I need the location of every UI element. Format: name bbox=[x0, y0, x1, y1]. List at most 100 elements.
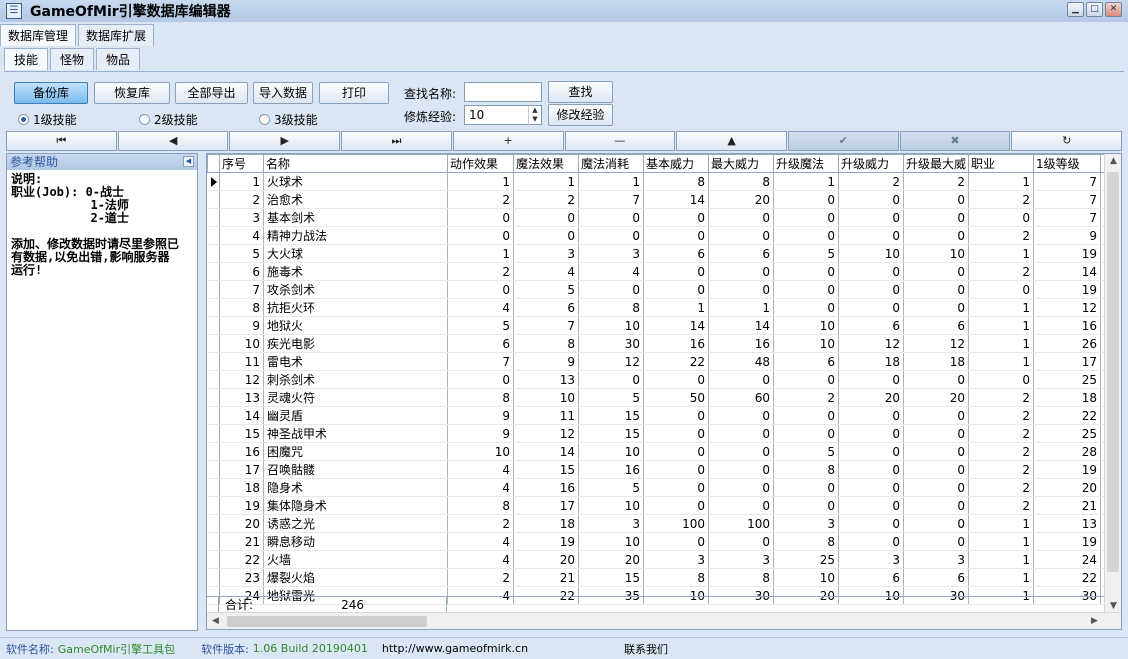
cell-value[interactable]: 6 bbox=[903, 568, 969, 587]
cell-value[interactable]: 0 bbox=[513, 208, 579, 227]
cell-value[interactable]: 16 bbox=[1033, 316, 1101, 335]
cell-value[interactable]: 20 bbox=[903, 388, 969, 407]
cell-value[interactable]: 7 bbox=[513, 316, 579, 335]
tab-items[interactable]: 物品 bbox=[96, 48, 141, 70]
column-header[interactable]: 最大威力 bbox=[708, 154, 774, 173]
cell-value[interactable]: 1 bbox=[968, 532, 1034, 551]
cell-value[interactable]: 0 bbox=[838, 478, 904, 497]
cell-value[interactable]: 14 bbox=[219, 406, 264, 425]
cell-value[interactable]: 18 bbox=[838, 352, 904, 371]
cell-value[interactable]: 0 bbox=[643, 280, 709, 299]
cell-value[interactable]: 2 bbox=[968, 496, 1034, 515]
cell-value[interactable]: 15 bbox=[219, 424, 264, 443]
nav-last-icon[interactable]: ⏭ bbox=[341, 131, 452, 151]
row-indicator[interactable] bbox=[207, 316, 220, 335]
cell-value[interactable]: 1 bbox=[219, 172, 264, 191]
nav-insert-icon[interactable]: + bbox=[452, 131, 564, 151]
cell-value[interactable]: 1 bbox=[447, 172, 514, 191]
cell-value[interactable]: 0 bbox=[643, 208, 709, 227]
cell-value[interactable]: 0 bbox=[447, 226, 514, 245]
cell-value[interactable]: 6 bbox=[838, 316, 904, 335]
cell-value[interactable]: 1 bbox=[968, 244, 1034, 263]
cell-value[interactable]: 2 bbox=[968, 478, 1034, 497]
cell-value[interactable]: 16 bbox=[578, 460, 644, 479]
cell-value[interactable]: 4 bbox=[447, 550, 514, 569]
cell-value[interactable]: 2 bbox=[968, 442, 1034, 461]
cell-value[interactable]: 13 bbox=[219, 388, 264, 407]
cell-value[interactable]: 0 bbox=[968, 370, 1034, 389]
cell-name[interactable]: 基本剑术 bbox=[263, 208, 448, 227]
cell-value[interactable]: 2 bbox=[903, 172, 969, 191]
cell-value[interactable]: 8 bbox=[708, 568, 774, 587]
row-indicator[interactable] bbox=[207, 406, 220, 425]
cell-value[interactable]: 4 bbox=[447, 298, 514, 317]
row-indicator[interactable] bbox=[207, 226, 220, 245]
cell-value[interactable]: 9 bbox=[219, 316, 264, 335]
cell-value[interactable]: 23 bbox=[219, 568, 264, 587]
cell-value[interactable]: 1 bbox=[968, 172, 1034, 191]
nav-cancel-icon[interactable]: ✖ bbox=[899, 131, 1011, 151]
cell-value[interactable]: 0 bbox=[773, 190, 839, 209]
cell-value[interactable]: 5 bbox=[513, 280, 579, 299]
tab-monsters[interactable]: 怪物 bbox=[50, 48, 95, 70]
cell-value[interactable]: 0 bbox=[773, 298, 839, 317]
cell-value[interactable]: 0 bbox=[903, 478, 969, 497]
cell-value[interactable]: 10 bbox=[578, 496, 644, 515]
scroll-thumb[interactable] bbox=[1107, 172, 1119, 572]
cell-value[interactable]: 5 bbox=[578, 478, 644, 497]
cell-value[interactable]: 20 bbox=[513, 550, 579, 569]
row-indicator[interactable] bbox=[207, 298, 220, 317]
cell-value[interactable]: 10 bbox=[578, 532, 644, 551]
cell-value[interactable]: 10 bbox=[773, 568, 839, 587]
cell-value[interactable]: 8 bbox=[447, 496, 514, 515]
cell-value[interactable]: 8 bbox=[578, 298, 644, 317]
cell-value[interactable]: 0 bbox=[643, 532, 709, 551]
cell-value[interactable]: 0 bbox=[903, 514, 969, 533]
row-indicator[interactable] bbox=[207, 208, 220, 227]
cell-name[interactable]: 精神力战法 bbox=[263, 226, 448, 245]
cell-value[interactable]: 0 bbox=[903, 298, 969, 317]
cell-value[interactable]: 0 bbox=[773, 478, 839, 497]
cell-value[interactable]: 3 bbox=[643, 550, 709, 569]
cell-value[interactable]: 0 bbox=[643, 226, 709, 245]
cell-value[interactable]: 0 bbox=[773, 280, 839, 299]
cell-value[interactable]: 24 bbox=[1033, 550, 1101, 569]
cell-value[interactable]: 0 bbox=[578, 280, 644, 299]
cell-value[interactable]: 19 bbox=[1033, 244, 1101, 263]
cell-name[interactable]: 治愈术 bbox=[263, 190, 448, 209]
row-indicator[interactable] bbox=[207, 352, 220, 371]
cell-value[interactable]: 10 bbox=[513, 388, 579, 407]
cell-value[interactable]: 6 bbox=[708, 244, 774, 263]
cell-value[interactable]: 2 bbox=[968, 406, 1034, 425]
cell-value[interactable]: 18 bbox=[513, 514, 579, 533]
cell-value[interactable]: 20 bbox=[1033, 478, 1101, 497]
cell-value[interactable]: 0 bbox=[708, 424, 774, 443]
tab-skills[interactable]: 技能 bbox=[4, 48, 49, 70]
cell-value[interactable]: 3 bbox=[708, 550, 774, 569]
cell-value[interactable]: 0 bbox=[708, 370, 774, 389]
row-indicator[interactable] bbox=[207, 334, 220, 353]
cell-value[interactable]: 18 bbox=[903, 352, 969, 371]
cell-value[interactable]: 10 bbox=[447, 442, 514, 461]
app-menu-icon[interactable]: ☰ bbox=[6, 3, 22, 19]
cell-value[interactable]: 4 bbox=[447, 460, 514, 479]
table-row[interactable]: 7 攻杀剑术 0 5 0 0 0 0 0 0 0 19 bbox=[207, 280, 1113, 299]
cell-value[interactable]: 0 bbox=[643, 262, 709, 281]
website-link[interactable]: http://www.gameofmirk.cn bbox=[382, 642, 528, 655]
cell-value[interactable]: 6 bbox=[773, 352, 839, 371]
cell-value[interactable]: 10 bbox=[578, 316, 644, 335]
cell-name[interactable]: 火球术 bbox=[263, 172, 448, 191]
table-row[interactable]: 16 困魔咒 10 14 10 0 0 5 0 0 2 28 bbox=[207, 442, 1113, 461]
cell-value[interactable]: 6 bbox=[513, 298, 579, 317]
cell-value[interactable]: 8 bbox=[643, 172, 709, 191]
cell-value[interactable]: 1 bbox=[773, 172, 839, 191]
cell-value[interactable]: 2 bbox=[968, 424, 1034, 443]
cell-value[interactable]: 0 bbox=[838, 262, 904, 281]
table-row[interactable]: 15 神圣战甲术 9 12 15 0 0 0 0 0 2 25 bbox=[207, 424, 1113, 443]
cell-value[interactable]: 3 bbox=[513, 244, 579, 263]
cell-value[interactable]: 15 bbox=[578, 406, 644, 425]
cell-value[interactable]: 4 bbox=[219, 226, 264, 245]
cell-value[interactable]: 5 bbox=[773, 244, 839, 263]
restore-button[interactable]: 恢复库 bbox=[94, 82, 170, 104]
cell-value[interactable]: 8 bbox=[447, 388, 514, 407]
